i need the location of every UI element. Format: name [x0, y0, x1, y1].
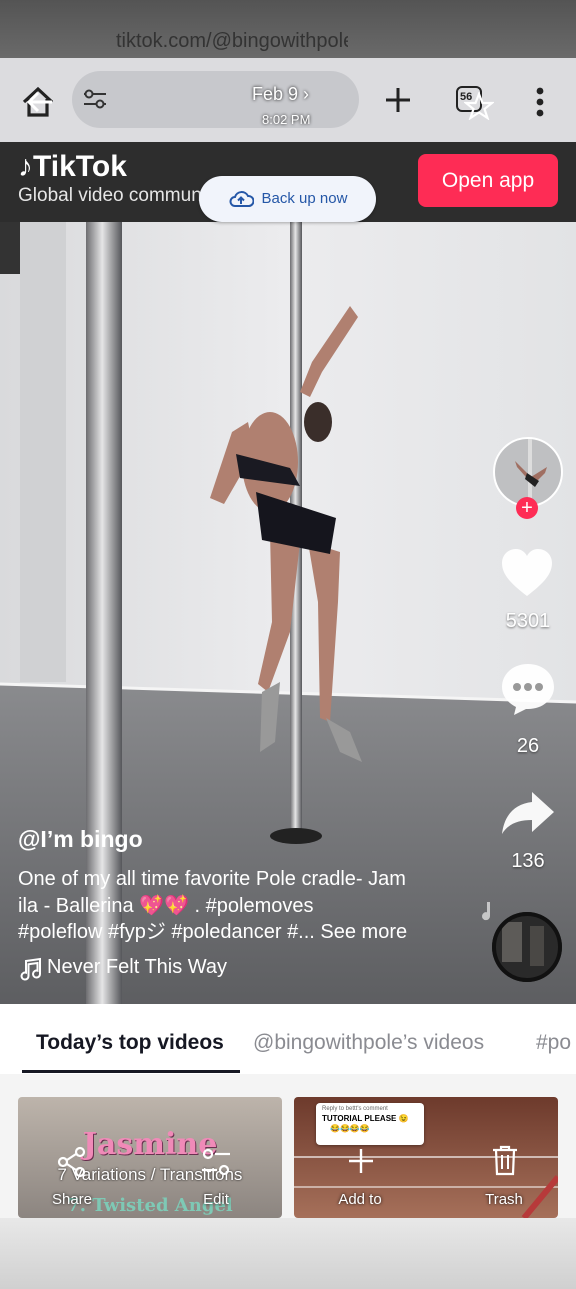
- bubble-text: TUTORIAL PLEASE 😉: [322, 1114, 409, 1123]
- music-disc-button[interactable]: [492, 912, 562, 982]
- new-tab-icon[interactable]: [384, 86, 412, 114]
- site-settings-icon[interactable]: [82, 88, 108, 110]
- add-to-label[interactable]: Add to: [315, 1191, 405, 1208]
- add-icon[interactable]: [346, 1146, 376, 1176]
- comment-icon[interactable]: [500, 662, 556, 716]
- gallery-action-bar: [0, 1218, 576, 1289]
- share-label[interactable]: Share: [27, 1191, 117, 1208]
- bubble-reply-text: Reply to bettt's comment: [322, 1106, 388, 1112]
- back-up-label: Back up now: [261, 189, 348, 207]
- active-tab-indicator: [22, 1070, 240, 1073]
- video-caption[interactable]: One of my all time favorite Pole cradle-…: [18, 866, 478, 946]
- tiktok-logo-text: TikTok: [33, 150, 127, 183]
- tab-hashtag[interactable]: #po: [536, 1031, 571, 1055]
- music-disc-image: [492, 912, 562, 982]
- tab-todays-top-videos[interactable]: Today’s top videos: [36, 1031, 224, 1055]
- comment-bubble: Reply to bettt's comment TUTORIAL PLEASE…: [316, 1103, 424, 1145]
- address-bar[interactable]: [72, 71, 359, 128]
- back-arrow-icon[interactable]: [24, 88, 56, 116]
- creator-handle[interactable]: @I’m bingo: [18, 826, 143, 853]
- likes-count: 5301: [505, 610, 551, 632]
- url-text[interactable]: tiktok.com/@bingowithpole: [116, 30, 348, 53]
- more-options-icon[interactable]: [533, 86, 547, 120]
- share-arrow-icon[interactable]: [500, 790, 556, 836]
- edit-label[interactable]: Edit: [171, 1191, 261, 1208]
- trash-label[interactable]: Trash: [459, 1191, 549, 1208]
- music-icon: [20, 957, 42, 981]
- shares-count: 136: [511, 850, 545, 872]
- back-up-now-button[interactable]: Back up now: [199, 176, 376, 222]
- trash-icon[interactable]: [490, 1144, 520, 1176]
- open-app-button[interactable]: Open app: [418, 154, 558, 207]
- share-icon[interactable]: [56, 1146, 88, 1178]
- heart-icon[interactable]: [500, 548, 554, 598]
- music-title[interactable]: Never Felt This Way: [47, 956, 227, 979]
- edit-icon[interactable]: [200, 1146, 232, 1178]
- tiktok-logo: ♪TikTok: [18, 150, 127, 183]
- follow-plus-button[interactable]: +: [516, 497, 538, 519]
- bubble-emoji: 😂😂😂😂: [330, 1124, 370, 1133]
- comments-count: 26: [516, 735, 540, 757]
- bookmark-star-icon[interactable]: [464, 92, 494, 120]
- overlay-time: 8:02 PM: [262, 112, 311, 127]
- overlay-date: Feb 9 ›: [252, 84, 310, 104]
- music-note-icon: [482, 902, 491, 921]
- tab-creator-videos[interactable]: @bingowithpole’s videos: [253, 1031, 484, 1055]
- cloud-upload-icon: [229, 191, 255, 208]
- tiktok-subtitle: Global video community: [18, 185, 200, 206]
